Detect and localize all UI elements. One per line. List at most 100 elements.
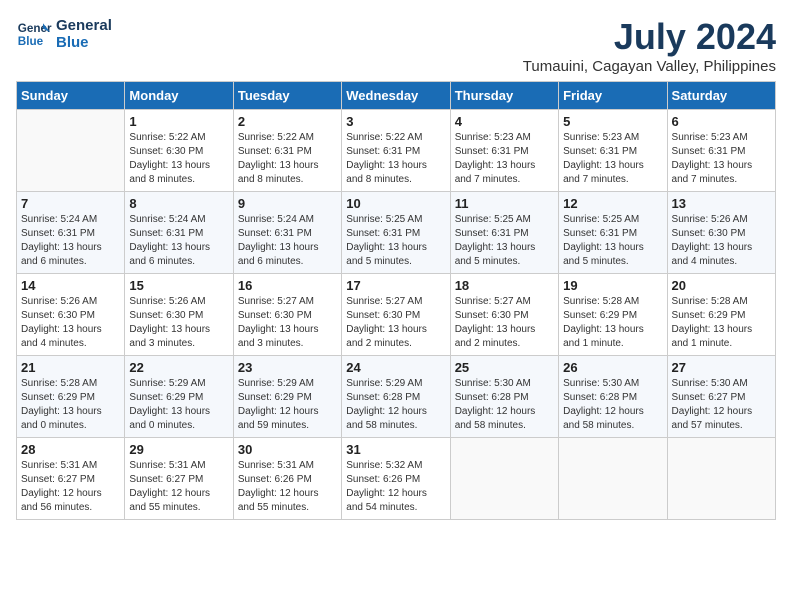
day-number: 24 <box>346 360 445 375</box>
day-number: 21 <box>21 360 120 375</box>
calendar-cell: 26 Sunrise: 5:30 AM Sunset: 6:28 PM Dayli… <box>559 356 667 438</box>
calendar-cell: 30Sunrise: 5:31 AM Sunset: 6:26 PM Dayli… <box>233 438 341 520</box>
calendar-cell: 4Sunrise: 5:23 AM Sunset: 6:31 PM Daylig… <box>450 110 558 192</box>
day-detail: Sunrise: 5:23 AM Sunset: 6:31 PM Dayligh… <box>563 131 662 187</box>
day-number: 8 <box>129 196 228 211</box>
title-block: July 2024 Tumauini, Cagayan Valley, Phil… <box>523 16 776 75</box>
day-number: 13 <box>672 196 771 211</box>
calendar-week-row: 21 Sunrise: 5:28 AM Sunset: 6:29 PM Dayli… <box>17 356 776 438</box>
header-day: Thursday <box>450 82 558 110</box>
calendar-cell: 12 Sunrise: 5:25 AM Sunset: 6:31 PM Dayli… <box>559 192 667 274</box>
logo: General Blue General Blue <box>16 16 112 52</box>
calendar-week-row: 28 Sunrise: 5:31 AM Sunset: 6:27 PM Dayli… <box>17 438 776 520</box>
calendar-week-row: 1Sunrise: 5:22 AM Sunset: 6:30 PM Daylig… <box>17 110 776 192</box>
calendar-cell: 9Sunrise: 5:24 AM Sunset: 6:31 PM Daylig… <box>233 192 341 274</box>
calendar-cell: 22Sunrise: 5:29 AM Sunset: 6:29 PM Dayli… <box>125 356 233 438</box>
calendar-cell <box>559 438 667 520</box>
header-day: Saturday <box>667 82 775 110</box>
day-detail: Sunrise: 5:27 AM Sunset: 6:30 PM Dayligh… <box>455 295 554 351</box>
calendar-cell: 1Sunrise: 5:22 AM Sunset: 6:30 PM Daylig… <box>125 110 233 192</box>
calendar-cell: 2 Sunrise: 5:22 AM Sunset: 6:31 PM Daylig… <box>233 110 341 192</box>
day-number: 30 <box>238 442 337 457</box>
calendar-cell: 24 Sunrise: 5:29 AM Sunset: 6:28 PM Dayli… <box>342 356 450 438</box>
day-number: 2 <box>238 114 337 129</box>
calendar-cell <box>17 110 125 192</box>
calendar-cell: 5Sunrise: 5:23 AM Sunset: 6:31 PM Daylig… <box>559 110 667 192</box>
day-number: 11 <box>455 196 554 211</box>
day-number: 26 <box>563 360 662 375</box>
day-detail: Sunrise: 5:28 AM Sunset: 6:29 PM Dayligh… <box>21 377 120 433</box>
logo-icon: General Blue <box>16 16 52 52</box>
day-detail: Sunrise: 5:23 AM Sunset: 6:31 PM Dayligh… <box>672 131 771 187</box>
day-number: 7 <box>21 196 120 211</box>
header-day: Friday <box>559 82 667 110</box>
calendar-cell: 11 Sunrise: 5:25 AM Sunset: 6:31 PM Dayli… <box>450 192 558 274</box>
day-number: 31 <box>346 442 445 457</box>
day-detail: Sunrise: 5:25 AM Sunset: 6:31 PM Dayligh… <box>346 213 445 269</box>
day-detail: Sunrise: 5:31 AM Sunset: 6:27 PM Dayligh… <box>129 459 228 515</box>
calendar-cell: 29 Sunrise: 5:31 AM Sunset: 6:27 PM Dayli… <box>125 438 233 520</box>
day-number: 10 <box>346 196 445 211</box>
calendar-cell: 21 Sunrise: 5:28 AM Sunset: 6:29 PM Dayli… <box>17 356 125 438</box>
header-day: Wednesday <box>342 82 450 110</box>
calendar-cell: 18 Sunrise: 5:27 AM Sunset: 6:30 PM Dayli… <box>450 274 558 356</box>
day-number: 19 <box>563 278 662 293</box>
calendar-cell: 25Sunrise: 5:30 AM Sunset: 6:28 PM Dayli… <box>450 356 558 438</box>
day-number: 25 <box>455 360 554 375</box>
day-number: 29 <box>129 442 228 457</box>
calendar-cell: 8Sunrise: 5:24 AM Sunset: 6:31 PM Daylig… <box>125 192 233 274</box>
day-detail: Sunrise: 5:23 AM Sunset: 6:31 PM Dayligh… <box>455 131 554 187</box>
day-number: 1 <box>129 114 228 129</box>
day-detail: Sunrise: 5:22 AM Sunset: 6:31 PM Dayligh… <box>346 131 445 187</box>
logo-line1: General <box>56 17 112 34</box>
day-detail: Sunrise: 5:22 AM Sunset: 6:31 PM Dayligh… <box>238 131 337 187</box>
day-detail: Sunrise: 5:25 AM Sunset: 6:31 PM Dayligh… <box>455 213 554 269</box>
day-detail: Sunrise: 5:29 AM Sunset: 6:29 PM Dayligh… <box>129 377 228 433</box>
header-day: Sunday <box>17 82 125 110</box>
month-title: July 2024 <box>523 16 776 58</box>
calendar-cell: 23 Sunrise: 5:29 AM Sunset: 6:29 PM Dayli… <box>233 356 341 438</box>
calendar-cell: 14Sunrise: 5:26 AM Sunset: 6:30 PM Dayli… <box>17 274 125 356</box>
calendar-cell: 28 Sunrise: 5:31 AM Sunset: 6:27 PM Dayli… <box>17 438 125 520</box>
day-detail: Sunrise: 5:30 AM Sunset: 6:28 PM Dayligh… <box>563 377 662 433</box>
day-detail: Sunrise: 5:25 AM Sunset: 6:31 PM Dayligh… <box>563 213 662 269</box>
calendar-cell: 16Sunrise: 5:27 AM Sunset: 6:30 PM Dayli… <box>233 274 341 356</box>
calendar-header: SundayMondayTuesdayWednesdayThursdayFrid… <box>17 82 776 110</box>
calendar-cell: 6Sunrise: 5:23 AM Sunset: 6:31 PM Daylig… <box>667 110 775 192</box>
location-subtitle: Tumauini, Cagayan Valley, Philippines <box>523 58 776 75</box>
day-number: 20 <box>672 278 771 293</box>
day-detail: Sunrise: 5:30 AM Sunset: 6:27 PM Dayligh… <box>672 377 771 433</box>
day-detail: Sunrise: 5:26 AM Sunset: 6:30 PM Dayligh… <box>129 295 228 351</box>
day-detail: Sunrise: 5:26 AM Sunset: 6:30 PM Dayligh… <box>21 295 120 351</box>
calendar-body: 1Sunrise: 5:22 AM Sunset: 6:30 PM Daylig… <box>17 110 776 520</box>
day-number: 23 <box>238 360 337 375</box>
calendar-cell <box>667 438 775 520</box>
calendar-week-row: 14Sunrise: 5:26 AM Sunset: 6:30 PM Dayli… <box>17 274 776 356</box>
day-detail: Sunrise: 5:24 AM Sunset: 6:31 PM Dayligh… <box>238 213 337 269</box>
calendar-cell: 27 Sunrise: 5:30 AM Sunset: 6:27 PM Dayli… <box>667 356 775 438</box>
day-detail: Sunrise: 5:27 AM Sunset: 6:30 PM Dayligh… <box>346 295 445 351</box>
header-day: Monday <box>125 82 233 110</box>
calendar-week-row: 7 Sunrise: 5:24 AM Sunset: 6:31 PM Daylig… <box>17 192 776 274</box>
day-number: 28 <box>21 442 120 457</box>
day-number: 12 <box>563 196 662 211</box>
calendar-cell: 10 Sunrise: 5:25 AM Sunset: 6:31 PM Dayli… <box>342 192 450 274</box>
day-number: 18 <box>455 278 554 293</box>
day-detail: Sunrise: 5:29 AM Sunset: 6:29 PM Dayligh… <box>238 377 337 433</box>
day-number: 3 <box>346 114 445 129</box>
calendar-cell: 13Sunrise: 5:26 AM Sunset: 6:30 PM Dayli… <box>667 192 775 274</box>
header-row: SundayMondayTuesdayWednesdayThursdayFrid… <box>17 82 776 110</box>
calendar-cell: 20 Sunrise: 5:28 AM Sunset: 6:29 PM Dayli… <box>667 274 775 356</box>
calendar-cell: 31 Sunrise: 5:32 AM Sunset: 6:26 PM Dayli… <box>342 438 450 520</box>
day-detail: Sunrise: 5:28 AM Sunset: 6:29 PM Dayligh… <box>672 295 771 351</box>
day-detail: Sunrise: 5:27 AM Sunset: 6:30 PM Dayligh… <box>238 295 337 351</box>
day-detail: Sunrise: 5:28 AM Sunset: 6:29 PM Dayligh… <box>563 295 662 351</box>
day-detail: Sunrise: 5:32 AM Sunset: 6:26 PM Dayligh… <box>346 459 445 515</box>
day-detail: Sunrise: 5:31 AM Sunset: 6:27 PM Dayligh… <box>21 459 120 515</box>
calendar-cell <box>450 438 558 520</box>
logo-line2: Blue <box>56 34 112 51</box>
day-number: 27 <box>672 360 771 375</box>
svg-text:Blue: Blue <box>18 35 44 48</box>
day-detail: Sunrise: 5:24 AM Sunset: 6:31 PM Dayligh… <box>21 213 120 269</box>
day-detail: Sunrise: 5:29 AM Sunset: 6:28 PM Dayligh… <box>346 377 445 433</box>
